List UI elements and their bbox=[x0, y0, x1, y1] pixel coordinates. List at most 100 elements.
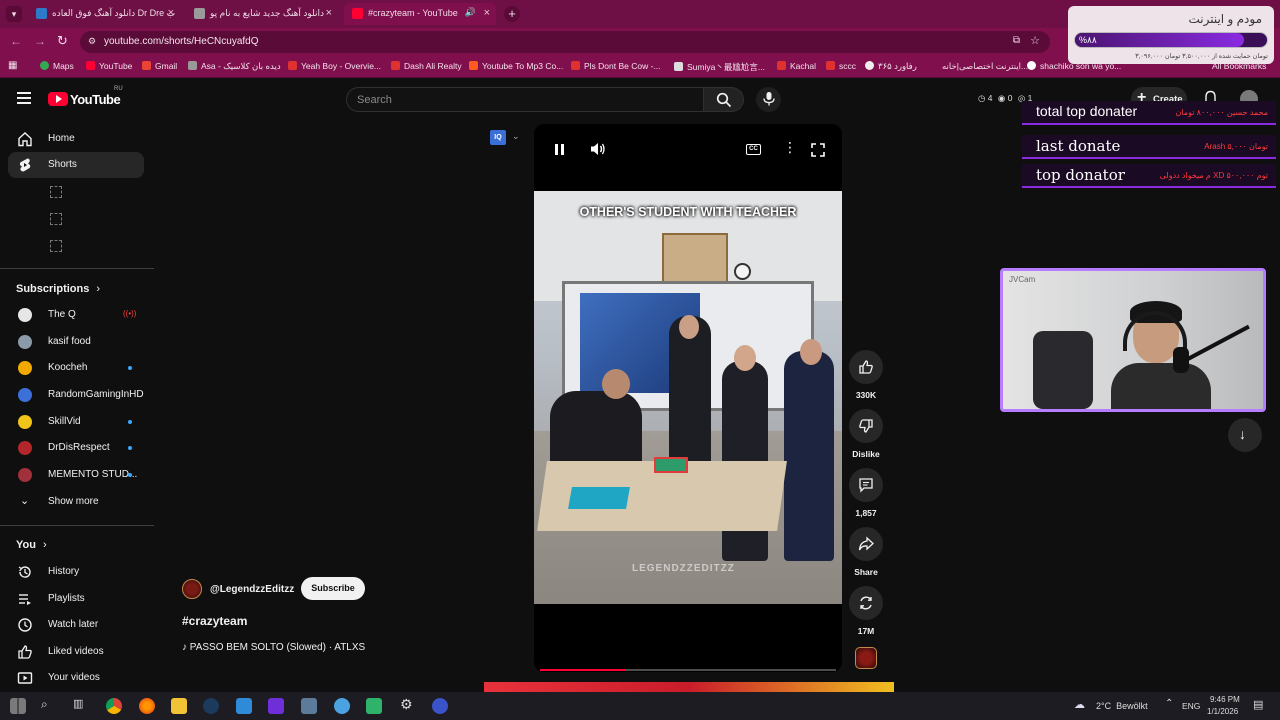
tab-shaye[interactable]: دانلود آهنگ جدید شایع به نام پو × bbox=[186, 3, 338, 25]
bookmark-kachal[interactable]: Kachal bbox=[777, 61, 816, 71]
reload-icon[interactable]: ↻ bbox=[57, 33, 68, 49]
notification-center-icon[interactable]: ▤ bbox=[1253, 698, 1263, 711]
bookmark-rafaward[interactable]: رفاورد ۳۶۵ bbox=[865, 61, 917, 72]
tab-search-button[interactable]: ▾ bbox=[6, 6, 22, 22]
bookmark-gmail[interactable]: Gmail bbox=[142, 61, 177, 71]
tab-close-icon[interactable]: × bbox=[326, 7, 332, 19]
captions-icon[interactable]: CC bbox=[746, 144, 761, 155]
weather-text[interactable]: 2°C Bewölkt bbox=[1096, 701, 1148, 711]
show-more-button[interactable]: ⌄ Show more bbox=[8, 489, 144, 515]
install-app-icon[interactable]: ⧉ bbox=[1013, 35, 1020, 46]
steam-icon[interactable] bbox=[203, 698, 219, 714]
bookmark-sccc[interactable]: sccc bbox=[826, 61, 856, 71]
forward-icon[interactable]: → bbox=[34, 34, 46, 48]
firefox-taskbar-icon[interactable] bbox=[139, 698, 155, 714]
sidebar-item-home[interactable]: Home bbox=[8, 126, 144, 152]
apps-grid-icon[interactable]: ▦ bbox=[8, 60, 17, 71]
channel-avatar[interactable] bbox=[182, 579, 202, 599]
progress-bar[interactable] bbox=[540, 669, 836, 671]
fullscreen-icon[interactable] bbox=[811, 143, 825, 157]
audio-playing-icon[interactable]: 🔊 bbox=[465, 7, 476, 18]
student bbox=[669, 316, 711, 476]
bookmark-yt-mp3[interactable]: Youtube To Mp3 Co... bbox=[469, 61, 563, 71]
you-heading[interactable]: You › bbox=[16, 539, 47, 551]
voice-search-button[interactable] bbox=[756, 87, 781, 112]
new-tab-button[interactable]: + bbox=[504, 6, 520, 22]
dislike-button[interactable]: Dislike bbox=[848, 409, 884, 459]
menu-icon[interactable] bbox=[17, 92, 31, 104]
sidebar-item-your-videos[interactable]: Your videos bbox=[8, 665, 144, 691]
subscribe-button[interactable]: Subscribe bbox=[301, 577, 365, 600]
share-button[interactable]: Share bbox=[848, 527, 884, 577]
game-app-icon[interactable] bbox=[366, 698, 382, 714]
subscription-item[interactable]: RandomGamingInHD bbox=[8, 382, 144, 408]
clock-date[interactable]: 1/1/2026 bbox=[1207, 707, 1238, 716]
tool-app-icon[interactable] bbox=[301, 698, 317, 714]
bookmark-youtube[interactable]: YouTube bbox=[86, 61, 132, 71]
browser-app-icon[interactable] bbox=[432, 698, 448, 714]
subscription-item[interactable]: kasif food bbox=[8, 329, 144, 355]
subscription-item[interactable]: Koocheh bbox=[8, 355, 144, 381]
chat-app-icon[interactable] bbox=[334, 698, 350, 714]
settings-gear-icon[interactable]: ⚙ bbox=[400, 696, 413, 713]
sidebar-item-shorts[interactable]: Shorts bbox=[8, 152, 144, 178]
sidebar-item-liked-videos[interactable]: Liked videos bbox=[8, 639, 144, 665]
input-language[interactable]: ENG bbox=[1182, 701, 1200, 711]
task-view-icon[interactable]: ▥ bbox=[73, 697, 83, 710]
subscription-item[interactable]: The Q ((•)) bbox=[8, 302, 144, 328]
video-frame[interactable]: OTHER'S STUDENT WITH TEACHER LEGENDZZEDI… bbox=[534, 191, 842, 604]
next-short-button[interactable]: ↓ bbox=[1228, 418, 1262, 452]
music-row[interactable]: ♪ PASSO BEM SOLTO (Slowed) · ATLXS bbox=[182, 642, 365, 653]
google-icon bbox=[1027, 61, 1036, 70]
bookmark-maps[interactable]: Maps bbox=[40, 61, 74, 71]
like-button[interactable]: 330K bbox=[848, 350, 884, 400]
tab-close-icon[interactable]: × bbox=[168, 7, 174, 19]
clock-stat-icon: ◷ bbox=[978, 93, 986, 103]
search-input[interactable]: Search bbox=[346, 87, 704, 112]
d-icon bbox=[288, 61, 297, 70]
chrome-taskbar-icon[interactable] bbox=[106, 698, 122, 714]
more-options-icon[interactable]: ⋮ bbox=[783, 140, 797, 154]
bookmark-yeah-boy[interactable]: Yeah Boy - Overvie... bbox=[288, 61, 381, 71]
site-info-icon[interactable]: ⚙ bbox=[88, 36, 96, 47]
channel-row: @LegendzzEditzz Subscribe bbox=[182, 576, 382, 602]
subscriptions-heading[interactable]: Subscriptions › bbox=[16, 283, 100, 295]
shorts-player[interactable]: CC ⋮ OTHER'S STUDENT WITH TEACHER LEGEND… bbox=[534, 124, 842, 672]
url-field[interactable]: ⚙ youtube.com/shorts/HeCNcuyafdQ ⧉ ☆ bbox=[80, 31, 1050, 53]
media-app-icon[interactable] bbox=[268, 698, 284, 714]
clock-time[interactable]: 9:46 PM bbox=[1210, 695, 1240, 704]
tab-close-icon[interactable]: × bbox=[484, 7, 490, 19]
bookmark-asa[interactable]: Asa - دیده بان کلاسیک bbox=[188, 61, 281, 72]
back-icon[interactable]: ← bbox=[10, 34, 22, 48]
file-explorer-icon[interactable] bbox=[171, 698, 187, 714]
quality-extension-button[interactable]: IQ ⌄ bbox=[490, 130, 526, 146]
volume-icon[interactable] bbox=[590, 141, 606, 157]
subscription-item[interactable]: MEMENTO STUD... bbox=[8, 462, 144, 488]
channel-avatar bbox=[18, 468, 32, 482]
bookmark-pls-dont[interactable]: Pls Dont Be Cow -... bbox=[571, 61, 661, 71]
search-icon bbox=[716, 92, 732, 108]
tab-dr-dre[interactable]: دانلود آهنگ فوق العاده Dr Dre ب × bbox=[28, 3, 180, 25]
search-icon[interactable]: ⌕ bbox=[41, 697, 48, 712]
sound-channel-avatar[interactable] bbox=[855, 647, 877, 669]
sidebar-item-playlists[interactable]: Playlists bbox=[8, 586, 144, 612]
tab-crazyteam-active[interactable]: #crazyteam - YouTube 🔊 × bbox=[344, 3, 496, 25]
monitor-app-icon[interactable] bbox=[236, 698, 252, 714]
student-head bbox=[800, 339, 822, 365]
search-button[interactable] bbox=[704, 87, 744, 112]
pause-button[interactable] bbox=[554, 143, 566, 157]
subscription-item[interactable]: DrDisRespect bbox=[8, 435, 144, 461]
windows-start-icon[interactable] bbox=[10, 698, 26, 714]
sidebar-item-watch-later[interactable]: Watch later bbox=[8, 612, 144, 638]
short-title[interactable]: #crazyteam bbox=[182, 614, 247, 628]
bookmark-internet[interactable]: اینترنت اختصاصی|خانه... bbox=[942, 61, 1028, 72]
sidebar-item-history[interactable]: History bbox=[8, 559, 144, 585]
bookmark-dash-ali[interactable]: Dash Ali Realty bbox=[391, 61, 462, 71]
subscription-item[interactable]: SkillVid bbox=[8, 409, 144, 435]
bookmark-sumiya[interactable]: Sumiya丶最尴尬言... bbox=[674, 61, 765, 73]
bookmark-star-icon[interactable]: ☆ bbox=[1030, 34, 1040, 47]
tray-chevron-up-icon[interactable]: ⌃ bbox=[1165, 698, 1173, 709]
comments-button[interactable]: 1,857 bbox=[848, 468, 884, 518]
remix-button[interactable]: 17M bbox=[848, 586, 884, 636]
channel-handle[interactable]: @LegendzzEditzz bbox=[210, 584, 294, 595]
